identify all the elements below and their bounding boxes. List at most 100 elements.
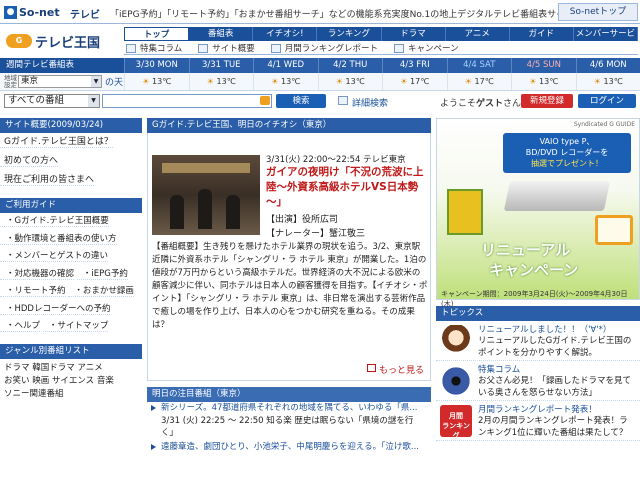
notable-programs: 明日の注目番組（東京） 新シリーズ。47都道府県それぞれの地域を隅てる、いわゆる… [147, 387, 431, 453]
g-guide-icon [260, 96, 270, 105]
site-header: G テレビ王国 トップ 番組表 イチオシ! ランキング ドラマ アニメ ガイド … [0, 25, 640, 57]
day-link[interactable]: 4/3 FRI [382, 58, 447, 73]
sidebar-item-guide[interactable]: ・リモート予約 [0, 286, 66, 297]
list-item[interactable]: 新シリーズ。47都道府県それぞれの地域を隅てる、いわゆる「県... [147, 400, 424, 414]
topic-title[interactable]: 月間ランキングレポート発表！ [478, 403, 597, 415]
bullet-icon [151, 444, 156, 450]
day-link[interactable]: 3/31 TUE [188, 58, 254, 73]
subnav-campaign[interactable]: キャンペーン [392, 42, 459, 54]
topic-item[interactable]: 月間 ランキング 月間ランキングレポート発表！ 2月の月間ランキングレポート発表！… [436, 401, 640, 441]
tab-anime[interactable]: アニメ [446, 27, 510, 41]
sonet-logo[interactable]: ● So-net [4, 4, 60, 20]
sun-icon: ☀ [206, 77, 214, 86]
topic-body: お父さん必見！「録画したドラマを見ている奥さんを怒らせない方法」 [478, 376, 632, 398]
sidebar-item-guide[interactable]: ・ヘルプ [0, 321, 41, 332]
day-link[interactable]: 4/2 THU [317, 58, 383, 73]
chevron-down-icon: ▼ [91, 76, 101, 87]
tab-pickup[interactable]: イチオシ! [253, 27, 318, 41]
program-summary: 【番組概要】生き残りを懸けたホテル業界の現状を追う。3/2、東京駅近隣に外資系ホ… [152, 242, 428, 330]
laptop-image [503, 181, 611, 211]
sidebar-item-guide[interactable]: ・サイトマップ [42, 321, 109, 332]
sidebar-item-first-time[interactable]: 初めての方へ [0, 156, 59, 167]
campaign-banner[interactable]: Syndicated G GUIDE VAIO type P、 BD/DVD レ… [436, 118, 640, 308]
sonet-logo-icon: ● [4, 5, 17, 19]
day-link[interactable]: 4/1 WED [253, 58, 318, 73]
search-input[interactable] [102, 94, 272, 108]
syndicated-label: Syndicated G GUIDE [573, 121, 635, 128]
topics: トピックス リニューアルしました！！（'∀'*） リニューアルしたGガイド.テレ… [436, 306, 640, 441]
sun-icon: ☀ [271, 77, 279, 86]
search-button[interactable]: 検索 [276, 94, 326, 108]
sun-icon: ☀ [593, 77, 601, 86]
sun-icon: ☀ [529, 77, 537, 86]
register-button[interactable]: 新規登録 [521, 94, 573, 108]
sidebar-item-current-users[interactable]: 現在ご利用の皆さまへ [0, 175, 95, 186]
region-label: 地域設定 [4, 73, 17, 89]
sidebar-item-guide[interactable]: ・おまかせ録画 [68, 286, 134, 297]
search-category-select[interactable]: すべての番組 ▼ [4, 94, 100, 108]
tab-ranking[interactable]: ランキング [317, 27, 382, 41]
program-title[interactable]: ガイアの夜明け「不況の荒波に上陸～外資系高級ホテルVS日本勢～」 [266, 165, 426, 210]
topic-title[interactable]: 特集コラム [478, 363, 520, 375]
advanced-search-link[interactable]: 詳細検索 [338, 96, 388, 109]
subnav-monthly-ranking[interactable]: 月間ランキングレポート [269, 42, 378, 54]
program-photo[interactable] [152, 155, 260, 235]
top-bar: ● So-net テレビ 「iEPG予約」「リモート予約」「おまかせ番組サーチ」… [0, 0, 640, 24]
tab-top[interactable]: トップ [124, 27, 190, 41]
more-link[interactable]: もっと見る [366, 363, 424, 376]
tv-mascot-icon [595, 215, 633, 245]
tab-drama[interactable]: ドラマ [382, 27, 446, 41]
sidebar-item-guide[interactable]: ・iEPG予約 [76, 268, 128, 280]
sidebar-item-guide[interactable]: ・HDDレコーダーへの予約 [0, 303, 111, 315]
day-link[interactable]: 3/30 MON [124, 58, 189, 73]
sidebar-item-guide[interactable]: ・メンバーとゲストの違い [0, 251, 109, 262]
sidebar-item-about[interactable]: Gガイド.テレビ王国とは？ [0, 137, 113, 148]
ad-period: キャンペーン期間：2009年3月24日(火)～2009年4月30日(木) [441, 290, 628, 308]
list-item[interactable]: 遠藤章造、劇団ひとり、小池栄子、中尾明慶らを迎える。「泣け歌... [147, 439, 425, 453]
region-select[interactable]: 東京 ▼ [18, 75, 102, 88]
ranking-icon [270, 44, 281, 53]
ad-title-2: キャンペーン [489, 261, 579, 279]
weather-row: 地域設定 東京 ▼ の天 ☀ 13℃ ☀ 13℃ ☀ 13℃ ☀ 13℃ ☀ 1… [0, 73, 640, 91]
genre-links[interactable]: ドラマ 韓国ドラマ アニメ お笑い 映画 サイエンス 音楽 ソニー関連番組 [0, 359, 142, 404]
subnav-feature-column[interactable]: 特集コラム [124, 42, 182, 54]
mascot-girl-icon [440, 325, 472, 357]
subnav-site-overview[interactable]: サイト概要 [196, 42, 255, 54]
feature-heading: Gガイド.テレビ王国、明日のイチオシ（東京） [147, 118, 431, 133]
sun-icon: ☀ [400, 77, 408, 86]
weather-suffix: の天 [105, 78, 124, 88]
tab-schedule[interactable]: 番組表 [189, 27, 254, 41]
sidebar-item-guide[interactable]: ・対応機器の確認 [0, 268, 75, 280]
day-link[interactable]: 4/4 SAT [446, 58, 512, 73]
search-icon [338, 96, 348, 105]
topic-title[interactable]: リニューアルしました！！（'∀'*） [478, 323, 611, 335]
weather-day: ☀ 13℃ [575, 73, 640, 90]
weather-day: ☀ 17℃ [446, 73, 512, 90]
gift-box-icon [447, 189, 483, 235]
tab-member-service[interactable]: メンバーサービス [574, 27, 638, 53]
topic-body: 2月の月間ランキングレポート発表！ランキング1位に輝いた番組は果たして？ [478, 416, 628, 438]
main-content: Gガイド.テレビ王国、明日のイチオシ（東京） 3/31(火) 22:00～22:… [147, 118, 431, 482]
g-guide-icon: G [6, 34, 32, 48]
login-button[interactable]: ログイン [578, 94, 636, 108]
sub-nav: 特集コラム サイト概要 月間ランキングレポート キャンペーン [124, 42, 638, 55]
top-tv-label[interactable]: テレビ [70, 6, 100, 21]
weekly-schedule-link[interactable]: 週間テレビ番組表 [0, 58, 124, 73]
left-sidebar: サイト概要(2009/03/24) Gガイド.テレビ王国とは？ 初めての方へ 現… [0, 118, 142, 482]
main-nav: トップ 番組表 イチオシ! ランキング ドラマ アニメ ガイド メンバーサービス [124, 27, 638, 53]
weather-day: ☀ 13℃ [124, 73, 189, 90]
topic-item[interactable]: 特集コラム お父さん必見！「録画したドラマを見ている奥さんを怒らせない方法」 [436, 361, 640, 401]
ad-title-1: リニューアル [481, 241, 571, 259]
topic-item[interactable]: リニューアルしました！！（'∀'*） リニューアルしたGガイド.テレビ王国のポイ… [436, 321, 640, 361]
brand-logo[interactable]: G テレビ王国 [6, 29, 118, 53]
chevron-down-icon: ▼ [88, 95, 99, 107]
sun-icon: ☀ [335, 77, 343, 86]
day-link[interactable]: 4/5 SUN [511, 58, 576, 73]
day-link[interactable]: 4/6 MON [575, 58, 640, 73]
sonet-top-link[interactable]: So-netトップ [558, 3, 638, 21]
column-icon [126, 44, 136, 53]
overview-icon [198, 44, 209, 53]
tab-guide[interactable]: ガイド [510, 27, 574, 41]
sidebar-item-guide[interactable]: ・Gガイド.テレビ王国概要 [0, 216, 109, 227]
sidebar-item-guide[interactable]: ・動作環境と番組表の使い方 [0, 233, 117, 245]
